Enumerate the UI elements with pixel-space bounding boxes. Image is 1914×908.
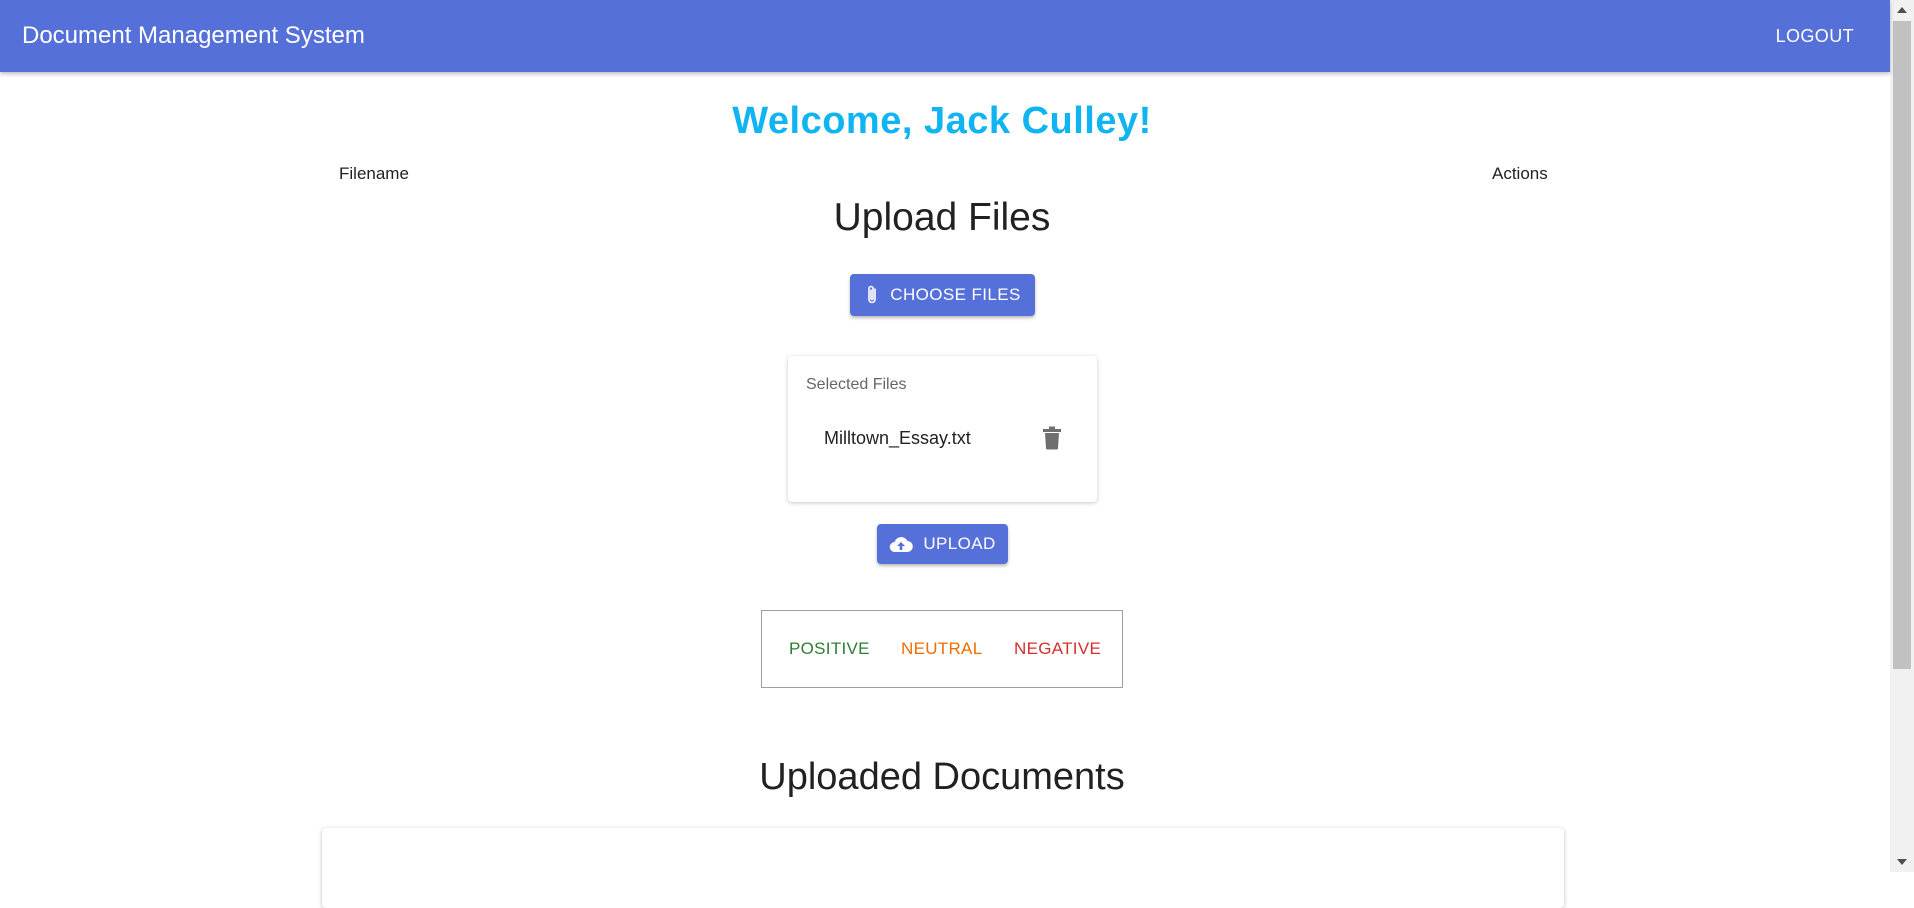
upload-button[interactable]: UPLOAD bbox=[877, 524, 1008, 564]
app-title: Document Management System bbox=[22, 22, 365, 49]
app-bar: Document Management System LOGOUT bbox=[0, 0, 1890, 72]
choose-files-button[interactable]: CHOOSE FILES bbox=[850, 274, 1035, 316]
sentiment-positive[interactable]: POSITIVE bbox=[789, 639, 870, 659]
logout-button[interactable]: LOGOUT bbox=[1766, 18, 1864, 55]
sentiment-legend: POSITIVE NEUTRAL NEGATIVE bbox=[761, 610, 1123, 688]
main-content: Welcome, Jack Culley! Upload Files CHOOS… bbox=[0, 72, 1890, 908]
selected-file-name: Milltown_Essay.txt bbox=[824, 428, 971, 448]
paperclip-icon bbox=[864, 284, 880, 306]
scroll-down-arrow-icon[interactable] bbox=[1890, 852, 1914, 872]
scroll-up-arrow-icon[interactable] bbox=[1890, 0, 1914, 20]
cloud-upload-icon bbox=[889, 535, 914, 553]
column-header-actions: Actions bbox=[1492, 164, 1548, 183]
selected-files-card: Selected Files Milltown_Essay.txt bbox=[788, 356, 1097, 502]
upload-files-heading: Upload Files bbox=[833, 196, 1051, 239]
vertical-scrollbar[interactable] bbox=[1890, 0, 1914, 872]
upload-label: UPLOAD bbox=[923, 534, 996, 553]
scroll-thumb[interactable] bbox=[1893, 21, 1911, 669]
welcome-heading: Welcome, Jack Culley! bbox=[732, 100, 1152, 142]
choose-files-label: CHOOSE FILES bbox=[890, 285, 1021, 304]
sentiment-negative[interactable]: NEGATIVE bbox=[1014, 639, 1101, 659]
uploaded-documents-heading: Uploaded Documents bbox=[759, 756, 1125, 798]
trash-icon[interactable] bbox=[1042, 426, 1062, 455]
selected-files-label: Selected Files bbox=[806, 376, 907, 393]
documents-table bbox=[322, 828, 1564, 908]
sentiment-neutral[interactable]: NEUTRAL bbox=[901, 639, 982, 659]
column-header-filename: Filename bbox=[339, 164, 409, 183]
